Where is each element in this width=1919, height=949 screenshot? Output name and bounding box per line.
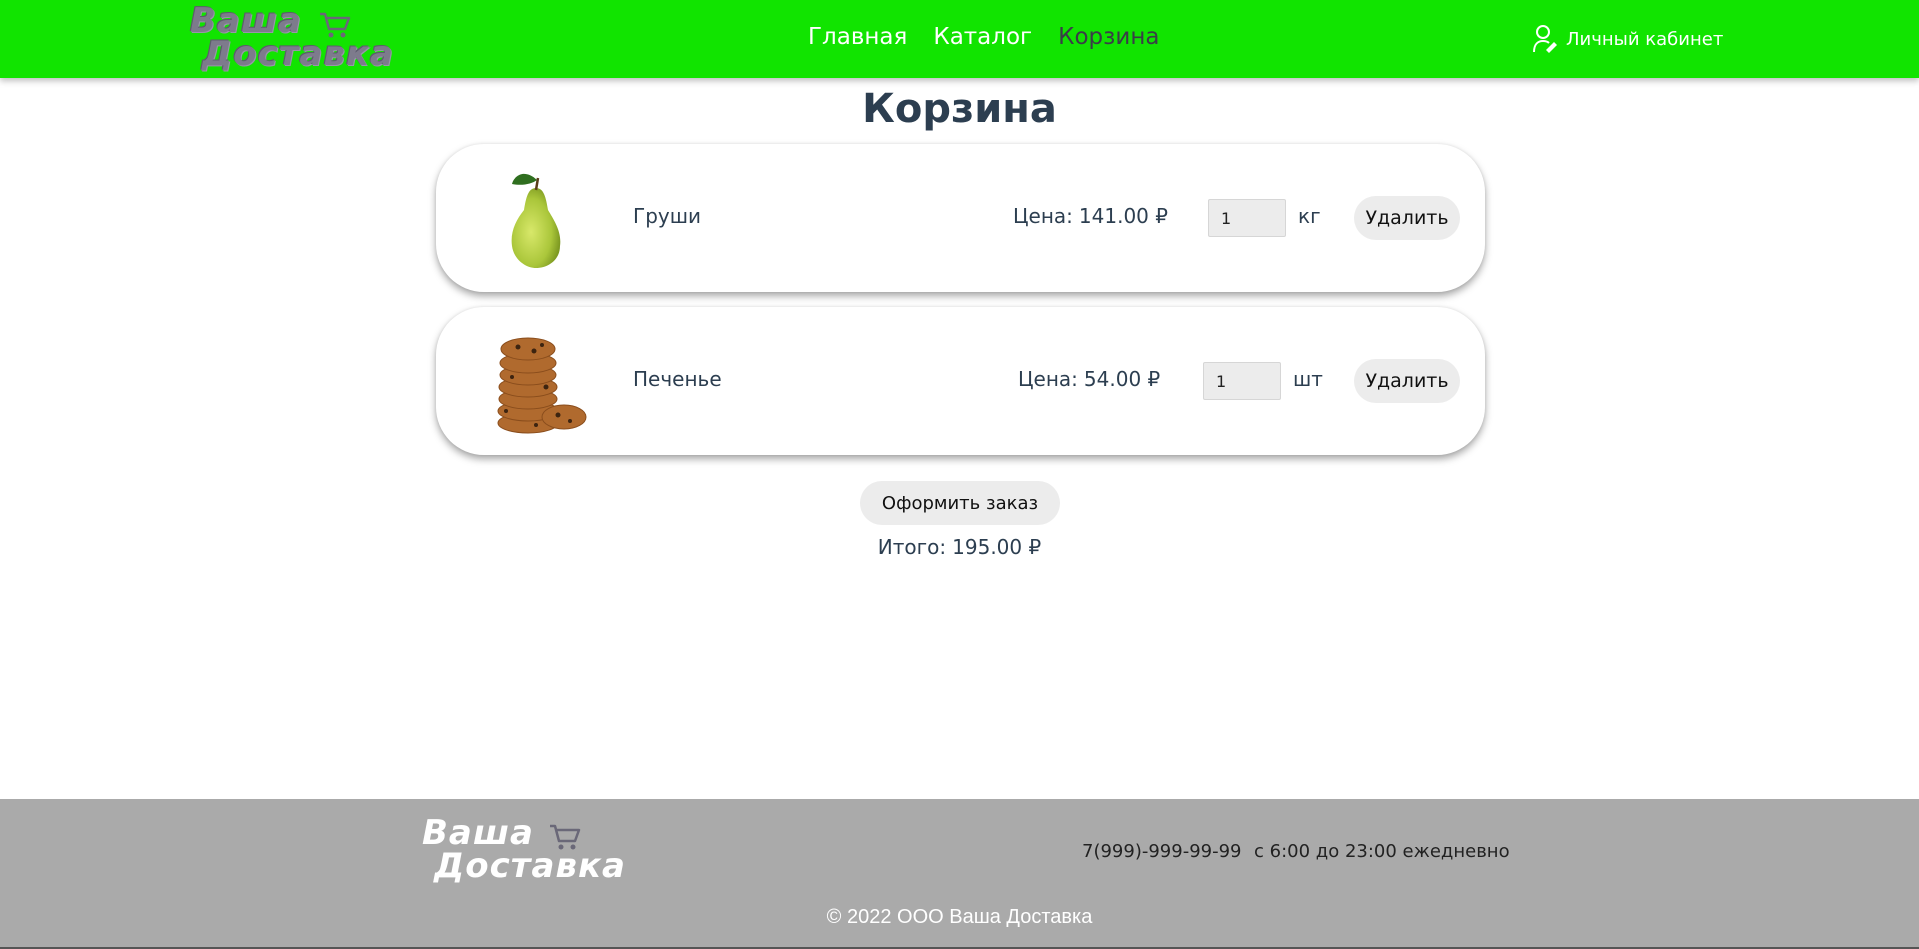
cookies-image: [497, 337, 587, 434]
site-header: Ваша Доставка Главная Каталог Корзина Ли…: [0, 0, 1919, 78]
cart-item: Печенье Цена:54.00 ₽ шт Удалить: [436, 307, 1485, 455]
price-value: 141.00 ₽: [1078, 204, 1168, 228]
total-value: 195.00 ₽: [952, 535, 1042, 559]
price-value: 54.00 ₽: [1083, 367, 1161, 391]
logo-line1: Ваша: [422, 813, 534, 853]
user-icon: [1533, 25, 1557, 53]
footer-copyright: © 2022 ООО Ваша Доставка: [826, 906, 1093, 928]
nav-item-home[interactable]: Главная: [808, 24, 907, 50]
product-name: Груши: [633, 204, 702, 228]
account-label: Личный кабинет: [1566, 28, 1724, 50]
cart-total: Итого: 195.00 ₽: [0, 535, 1919, 559]
main-nav: Главная Каталог Корзина: [808, 24, 1159, 50]
checkout-button[interactable]: Оформить заказ: [860, 481, 1060, 525]
account-link[interactable]: Личный кабинет: [1532, 24, 1723, 54]
unit-label: кг: [1298, 204, 1321, 228]
logo-line2: Доставка: [202, 34, 394, 74]
footer-phone[interactable]: 7(999)-999-99-99: [1082, 841, 1242, 862]
nav-item-catalog[interactable]: Каталог: [933, 24, 1032, 50]
product-price: Цена: 141.00 ₽: [1013, 204, 1168, 228]
page-title: Корзина: [862, 86, 1057, 132]
delete-button[interactable]: Удалить: [1354, 359, 1460, 403]
product-name: Печенье: [633, 367, 722, 391]
logo-line2: Доставка: [434, 846, 626, 886]
product-price: Цена: 54.00 ₽: [1018, 367, 1160, 391]
cart-item: Груши Цена:141.00 ₽ кг Удалить: [436, 144, 1485, 292]
footer-hours: с 6:00 до 23:00 ежедневно: [1254, 841, 1510, 862]
nav-item-cart[interactable]: Корзина: [1058, 24, 1159, 50]
price-label: Цена:: [1018, 367, 1078, 391]
pear-image: [511, 173, 561, 268]
footer-logo[interactable]: Ваша Доставка: [422, 816, 652, 886]
price-label: Цена:: [1013, 204, 1073, 228]
logo-line1: Ваша: [190, 1, 302, 41]
quantity-input[interactable]: [1203, 362, 1281, 400]
unit-label: шт: [1293, 367, 1323, 391]
delete-button[interactable]: Удалить: [1354, 196, 1460, 240]
quantity-input[interactable]: [1208, 199, 1286, 237]
header-logo[interactable]: Ваша Доставка: [190, 4, 420, 74]
site-footer: Ваша Доставка 7(999)-999-99-99 с 6:00 до…: [0, 799, 1919, 949]
total-label: Итого:: [877, 535, 947, 559]
